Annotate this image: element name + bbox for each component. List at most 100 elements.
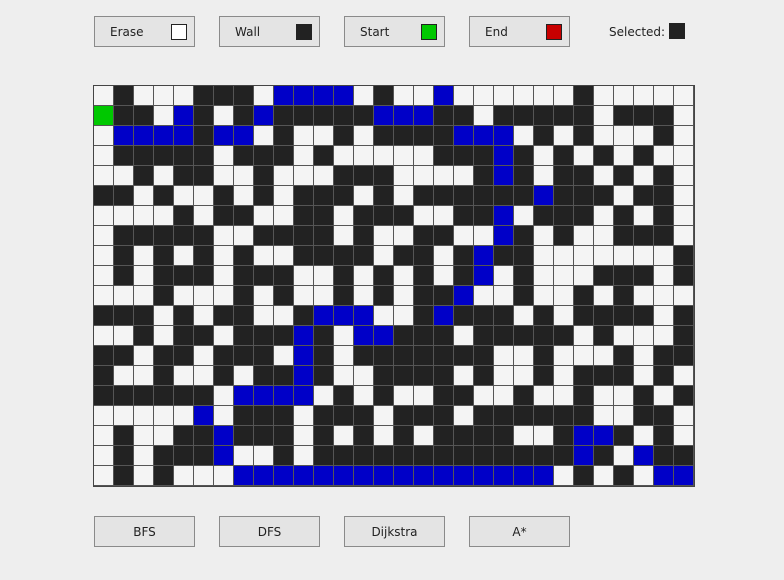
grid-cell-wall[interactable]	[534, 106, 554, 126]
grid-cell-empty[interactable]	[674, 226, 694, 246]
grid-cell-empty[interactable]	[514, 346, 534, 366]
grid-cell-wall[interactable]	[554, 166, 574, 186]
grid-cell-wall[interactable]	[114, 226, 134, 246]
grid-cell-path[interactable]	[334, 306, 354, 326]
grid-cell-wall[interactable]	[234, 146, 254, 166]
grid-cell-wall[interactable]	[174, 446, 194, 466]
grid-cell-wall[interactable]	[634, 146, 654, 166]
grid-cell-wall[interactable]	[254, 186, 274, 206]
grid-cell-wall[interactable]	[434, 326, 454, 346]
grid-cell-wall[interactable]	[354, 246, 374, 266]
grid-cell-empty[interactable]	[194, 206, 214, 226]
grid-cell-wall[interactable]	[114, 246, 134, 266]
wall-button[interactable]: Wall	[219, 16, 320, 47]
grid-cell-empty[interactable]	[514, 86, 534, 106]
grid-cell-wall[interactable]	[574, 106, 594, 126]
grid-cell-empty[interactable]	[394, 86, 414, 106]
grid-cell-wall[interactable]	[414, 226, 434, 246]
grid-cell-path[interactable]	[134, 126, 154, 146]
erase-button[interactable]: Erase	[94, 16, 195, 47]
grid-cell-wall[interactable]	[674, 266, 694, 286]
grid-cell-wall[interactable]	[154, 226, 174, 246]
grid-cell-wall[interactable]	[514, 246, 534, 266]
grid-cell-wall[interactable]	[554, 146, 574, 166]
grid-cell-empty[interactable]	[574, 246, 594, 266]
grid-cell-path[interactable]	[294, 326, 314, 346]
grid-cell-wall[interactable]	[514, 406, 534, 426]
grid-cell-wall[interactable]	[594, 266, 614, 286]
grid-cell-empty[interactable]	[214, 106, 234, 126]
grid-cell-empty[interactable]	[454, 366, 474, 386]
grid-cell-empty[interactable]	[374, 306, 394, 326]
grid-cell-empty[interactable]	[674, 426, 694, 446]
grid-cell-empty[interactable]	[674, 366, 694, 386]
grid-cell-empty[interactable]	[554, 386, 574, 406]
grid-cell-wall[interactable]	[174, 306, 194, 326]
grid-cell-path[interactable]	[354, 466, 374, 486]
grid-cell-empty[interactable]	[174, 366, 194, 386]
grid-cell-path[interactable]	[294, 346, 314, 366]
grid-cell-empty[interactable]	[634, 466, 654, 486]
grid-cell-wall[interactable]	[534, 206, 554, 226]
grid-cell-empty[interactable]	[554, 286, 574, 306]
grid-cell-empty[interactable]	[114, 406, 134, 426]
grid-cell-empty[interactable]	[334, 146, 354, 166]
grid-cell-path[interactable]	[574, 426, 594, 446]
grid-cell-wall[interactable]	[394, 326, 414, 346]
grid-cell-wall[interactable]	[554, 446, 574, 466]
grid-cell-wall[interactable]	[674, 326, 694, 346]
grid-cell-wall[interactable]	[514, 326, 534, 346]
grid-cell-wall[interactable]	[474, 306, 494, 326]
grid-cell-wall[interactable]	[214, 366, 234, 386]
grid-cell-wall[interactable]	[474, 146, 494, 166]
grid-cell-wall[interactable]	[654, 166, 674, 186]
grid-cell-wall[interactable]	[654, 106, 674, 126]
grid-cell-wall[interactable]	[194, 226, 214, 246]
grid-cell-empty[interactable]	[334, 426, 354, 446]
grid-cell-wall[interactable]	[134, 166, 154, 186]
grid-cell-empty[interactable]	[274, 206, 294, 226]
grid-cell-empty[interactable]	[174, 286, 194, 306]
bfs-button[interactable]: BFS	[94, 516, 195, 547]
grid-cell-wall[interactable]	[154, 386, 174, 406]
grid-cell-wall[interactable]	[174, 326, 194, 346]
grid-cell-empty[interactable]	[134, 86, 154, 106]
grid-cell-wall[interactable]	[174, 266, 194, 286]
grid-cell-wall[interactable]	[454, 266, 474, 286]
grid-cell-empty[interactable]	[134, 266, 154, 286]
grid-cell-wall[interactable]	[134, 306, 154, 326]
grid-cell-wall[interactable]	[334, 286, 354, 306]
grid-cell-empty[interactable]	[454, 86, 474, 106]
grid-cell-empty[interactable]	[94, 406, 114, 426]
grid-cell-wall[interactable]	[594, 146, 614, 166]
grid-cell-wall[interactable]	[154, 246, 174, 266]
grid-cell-empty[interactable]	[174, 186, 194, 206]
grid-cell-start[interactable]	[94, 106, 114, 126]
grid-cell-wall[interactable]	[414, 366, 434, 386]
grid-cell-wall[interactable]	[514, 286, 534, 306]
grid-cell-path[interactable]	[534, 186, 554, 206]
grid-cell-empty[interactable]	[394, 226, 414, 246]
grid-cell-wall[interactable]	[134, 146, 154, 166]
grid-cell-empty[interactable]	[354, 146, 374, 166]
grid-cell-wall[interactable]	[674, 246, 694, 266]
grid-cell-wall[interactable]	[554, 326, 574, 346]
grid-cell-empty[interactable]	[194, 466, 214, 486]
grid-cell-wall[interactable]	[154, 466, 174, 486]
grid-cell-empty[interactable]	[574, 326, 594, 346]
grid-cell-path[interactable]	[414, 466, 434, 486]
grid-cell-empty[interactable]	[634, 246, 654, 266]
grid-cell-wall[interactable]	[294, 206, 314, 226]
grid-cell-empty[interactable]	[434, 246, 454, 266]
grid-cell-wall[interactable]	[514, 146, 534, 166]
dijkstra-button[interactable]: Dijkstra	[344, 516, 445, 547]
grid-cell-empty[interactable]	[214, 166, 234, 186]
grid-cell-wall[interactable]	[134, 326, 154, 346]
grid-cell-wall[interactable]	[434, 146, 454, 166]
grid-cell-empty[interactable]	[94, 266, 114, 286]
grid-cell-empty[interactable]	[334, 366, 354, 386]
grid-cell-empty[interactable]	[314, 286, 334, 306]
grid-cell-path[interactable]	[234, 126, 254, 146]
grid-cell-wall[interactable]	[474, 426, 494, 446]
grid-cell-empty[interactable]	[134, 186, 154, 206]
